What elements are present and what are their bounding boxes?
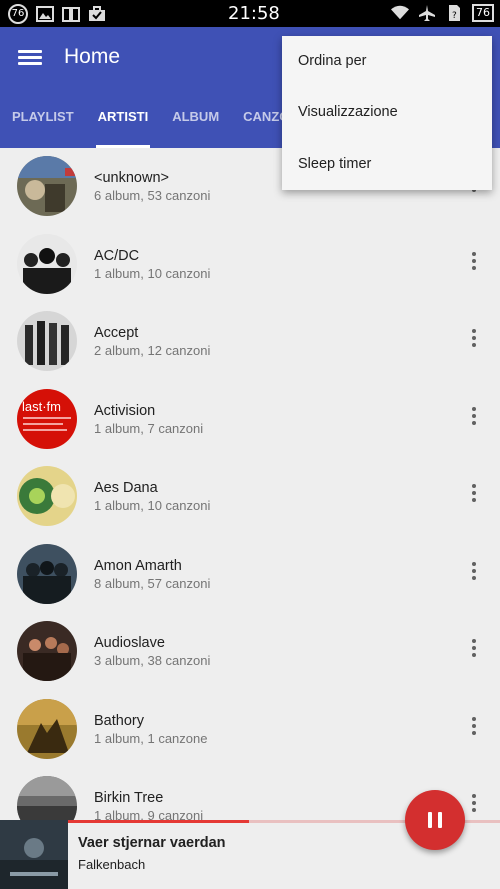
more-options-icon[interactable] [468,792,480,816]
artist-name: Aes Dana [94,480,158,496]
sim-icon: ? [449,5,460,21]
battery-icon: 76 [472,4,494,22]
briefcase-icon [89,6,105,21]
artist-name: AC/DC [94,247,140,264]
list-item[interactable]: AC/DC 1 album, 10 canzoni [0,226,500,304]
more-options-icon[interactable] [468,715,480,739]
artist-avatar [17,233,77,294]
lastfm-logo: last·fm [22,399,61,414]
menu-item-visualizzazione[interactable]: Visualizzazione [282,87,492,138]
artist-avatar: last·fm [17,388,77,449]
artist-name: Amon Amarth [94,557,182,574]
airplane-icon [419,5,435,21]
artist-list: <unknown> 6 album, 53 canzoni AC/DC 1 al… [0,148,500,846]
list-item[interactable]: Bathory 1 album, 1 canzone [0,691,500,769]
more-options-icon[interactable] [468,405,480,429]
tab-artisti[interactable]: ARTISTI [95,103,150,148]
tab-bar: PLAYLIST ARTISTI ALBUM CANZONI [0,103,314,148]
more-options-icon[interactable] [468,250,480,274]
status-bar-left: 76 [8,4,106,24]
artist-meta: 8 album, 57 canzoni [94,575,211,591]
artist-name: Bathory [94,712,144,729]
artist-name: Activision [94,402,156,419]
artist-avatar [17,311,77,371]
pause-icon-bar [438,812,442,828]
artist-avatar [17,156,77,216]
playback-progress-fill [68,820,250,823]
artist-avatar [17,698,77,759]
pause-button[interactable] [405,790,465,850]
artist-meta: 3 album, 38 canzoni [94,653,211,668]
clock: 21:58 [228,3,280,24]
list-item[interactable]: Accept 2 album, 12 canzoni [0,303,500,381]
more-options-icon[interactable] [468,482,480,506]
book-icon [62,7,80,22]
notification-badge: 76 [8,4,28,24]
list-item[interactable]: last·fm Activision 1 album, 7 canzoni [0,381,500,459]
list-item[interactable]: Audioslave 3 album, 38 canzoni [0,613,500,691]
artist-name: Audioslave [94,635,165,651]
page-title: Home [64,45,121,68]
tab-playlist[interactable]: PLAYLIST [12,103,74,148]
menu-item-ordina-per[interactable]: Ordina per [282,36,492,87]
artist-name: Birkin Tree [94,790,164,806]
artist-name: Accept [94,325,139,341]
svg-text:?: ? [452,11,457,21]
artist-meta: 6 album, 53 canzoni [94,188,211,203]
wifi-icon [391,5,409,20]
pause-icon [428,812,432,828]
image-icon [36,6,54,22]
artist-meta: 1 album, 7 canzoni [94,420,204,436]
list-item[interactable]: Amon Amarth 8 album, 57 canzoni [0,536,500,614]
tab-album[interactable]: ALBUM [172,103,219,148]
status-bar: 76 21:58 ? 76 [0,0,500,27]
album-cover [0,820,68,889]
menu-item-sleep-timer[interactable]: Sleep timer [282,139,492,190]
artist-meta: 1 album, 1 canzone [94,730,208,746]
screen: 76 21:58 ? 76 Home PLAYLIST ARTISTI ALBU… [0,0,500,889]
track-artist: Falkenbach [78,857,146,872]
artist-avatar [17,621,77,681]
artist-avatar [17,466,77,526]
list-item[interactable]: Aes Dana 1 album, 10 canzoni [0,458,500,536]
track-title: Vaer stjernar vaerdan [78,835,226,851]
more-options-icon[interactable] [468,637,480,661]
artist-meta: 1 album, 10 canzoni [94,498,211,513]
more-options-icon[interactable] [468,327,480,351]
artist-meta: 1 album, 10 canzoni [94,265,211,281]
artist-avatar [17,543,77,604]
artist-meta: 2 album, 12 canzoni [94,343,211,358]
artist-name: <unknown> [94,170,169,186]
menu-icon[interactable] [18,47,42,71]
more-options-icon[interactable] [468,560,480,584]
overflow-menu: Ordina per Visualizzazione Sleep timer [282,36,492,190]
status-bar-right: ? 76 [391,4,494,22]
